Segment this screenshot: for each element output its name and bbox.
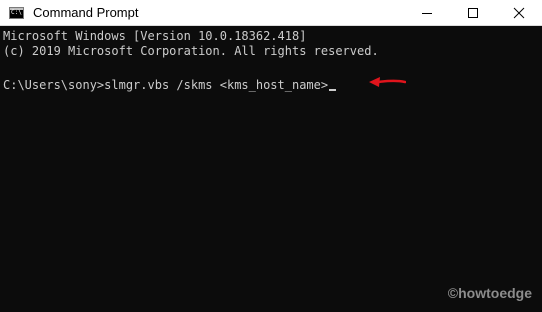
- title-bar: C:\ Command Prompt: [0, 0, 542, 26]
- cmd-icon[interactable]: C:\: [9, 7, 24, 19]
- watermark: ©howtoedge: [447, 285, 532, 301]
- minimize-button[interactable]: [404, 0, 450, 25]
- text-cursor: [329, 89, 337, 91]
- maximize-icon: [468, 7, 478, 18]
- console-command-line[interactable]: C:\Users\sony>slmgr.vbs /skms <kms_host_…: [3, 77, 337, 93]
- command-text: C:\Users\sony>slmgr.vbs /skms <kms_host_…: [3, 78, 329, 92]
- close-icon: [513, 7, 525, 18]
- window-title: Command Prompt: [33, 5, 139, 20]
- console-area[interactable]: Microsoft Windows [Version 10.0.18362.41…: [0, 26, 542, 312]
- minimize-icon: [422, 12, 432, 14]
- red-arrow-icon: [369, 77, 406, 87]
- console-line-version: Microsoft Windows [Version 10.0.18362.41…: [3, 29, 307, 43]
- console-line-copyright: (c) 2019 Microsoft Corporation. All righ…: [3, 44, 379, 58]
- maximize-button[interactable]: [450, 0, 496, 25]
- close-button[interactable]: [496, 0, 542, 25]
